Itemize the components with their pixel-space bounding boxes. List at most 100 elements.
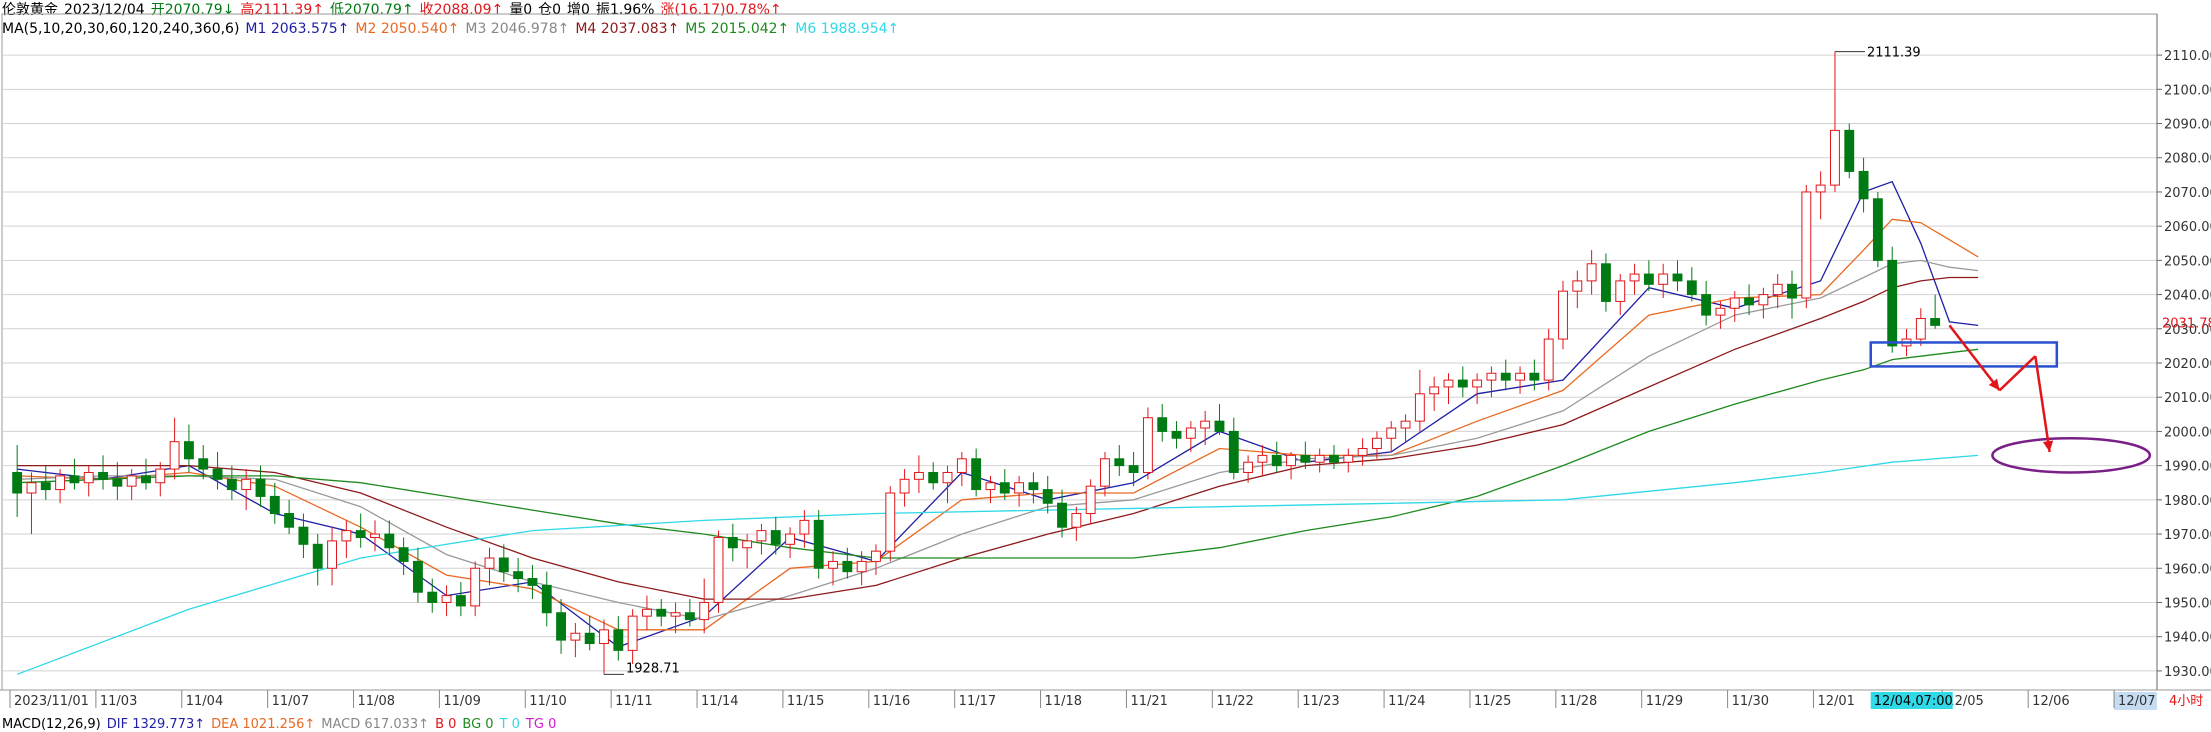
candle	[412, 547, 423, 603]
candle	[1701, 280, 1712, 326]
candle-body	[26, 482, 37, 494]
candle-body	[1586, 263, 1597, 282]
x-tick-label: 11/18	[1045, 694, 1082, 709]
candle	[241, 469, 252, 511]
chart-root: 伦敦黄金 2023/12/04 开2070.79↓ 高2111.39↑ 低2070.79…	[0, 0, 2211, 732]
candle-body	[570, 632, 581, 641]
candle-body	[1228, 430, 1239, 473]
candle	[1200, 410, 1211, 446]
candle-body	[183, 441, 194, 460]
macd-t: T 0	[499, 717, 520, 732]
candle	[441, 585, 452, 617]
candle	[1271, 441, 1282, 473]
candle	[813, 510, 824, 579]
candle-body	[284, 513, 295, 528]
candle-body	[1357, 448, 1368, 456]
candle-body	[1643, 273, 1654, 285]
candle	[913, 455, 924, 493]
candle	[312, 534, 323, 586]
y-tick-label: 2060.00	[2164, 220, 2211, 235]
candle-body	[1615, 280, 1626, 302]
candle-body	[226, 478, 237, 491]
x-tick-label: 11/16	[873, 694, 910, 709]
interval-label: 4小时	[2169, 694, 2203, 709]
candlestick-chart[interactable]: 1930.00 1940.00 1950.00 1960.00 1970.00 1980.…	[0, 0, 2211, 732]
candle	[1071, 506, 1082, 541]
x-tick-label: 2023/11/01	[14, 694, 89, 709]
candle	[112, 462, 123, 500]
candle-body	[1858, 170, 1869, 200]
x-tick-label: 11/30	[1732, 694, 1769, 709]
candle-body	[1014, 482, 1025, 494]
candle-body	[1500, 372, 1511, 381]
candle-body	[1915, 318, 1926, 340]
macd-dif: DIF 1329.773↑	[106, 717, 206, 732]
candle-body	[1658, 273, 1669, 285]
candle	[1314, 448, 1325, 473]
candle-body	[155, 468, 166, 484]
candle	[527, 564, 538, 600]
candle	[1457, 366, 1468, 398]
candle-body	[871, 550, 881, 562]
candle	[69, 458, 80, 490]
candle-body	[1600, 263, 1611, 302]
candle-body	[255, 478, 266, 497]
candle-body	[1400, 420, 1411, 429]
candle	[756, 523, 767, 555]
y-tick-label: 2000.00	[2164, 425, 2211, 440]
candle	[1228, 417, 1239, 480]
candle-body	[985, 482, 996, 491]
candle-body	[885, 492, 896, 552]
candle	[1801, 185, 1812, 309]
candle	[40, 465, 51, 500]
candle	[785, 527, 796, 558]
candle-body	[141, 475, 151, 484]
candle	[1887, 246, 1898, 353]
candle	[599, 619, 609, 675]
candle-body	[1243, 461, 1254, 473]
candle	[269, 482, 280, 524]
x-tick-label: 11/28	[1560, 694, 1597, 709]
candle-body	[1386, 427, 1397, 439]
candle	[928, 462, 939, 490]
forecast-arrow-target-head	[2042, 440, 2054, 452]
x-tick-label: 11/24	[1388, 694, 1425, 709]
candle	[470, 561, 481, 617]
candle-body	[126, 475, 137, 487]
candle-body	[1100, 458, 1110, 487]
candle	[1615, 274, 1626, 316]
candle	[1414, 369, 1425, 432]
candle	[1844, 123, 1855, 179]
candle-body	[1543, 338, 1554, 381]
candle	[484, 547, 495, 586]
candle-body	[98, 471, 108, 480]
candle	[971, 448, 982, 497]
candle-body	[355, 530, 366, 538]
candle	[141, 458, 151, 490]
candle-body	[412, 560, 423, 593]
candle-body	[1758, 294, 1769, 306]
candle-body	[1772, 283, 1783, 296]
candle-body	[1830, 129, 1840, 186]
x-tick-label: 12/01	[1817, 694, 1854, 709]
candle-body	[1429, 386, 1440, 395]
y-tick-label: 2070.00	[2164, 186, 2211, 201]
candle	[727, 523, 738, 562]
candle-body	[298, 526, 309, 545]
candle-body	[370, 533, 380, 538]
candle-body	[1629, 273, 1640, 282]
candle-body	[269, 495, 280, 515]
x-tick-label: 11/09	[443, 694, 480, 709]
candle	[541, 571, 552, 627]
candle-body	[498, 557, 509, 573]
y-tick-label: 2110.00	[2164, 49, 2211, 64]
x-tick-label: 11/14	[701, 694, 738, 709]
macd-value: MACD 617.033↑	[321, 717, 430, 732]
candle	[1572, 270, 1583, 309]
candle-body	[1515, 372, 1525, 381]
y-tick-label: 1940.00	[2164, 631, 2211, 646]
candle-body	[398, 547, 409, 562]
candle	[556, 599, 567, 654]
candle	[1343, 448, 1354, 473]
candle-body	[1057, 502, 1067, 528]
